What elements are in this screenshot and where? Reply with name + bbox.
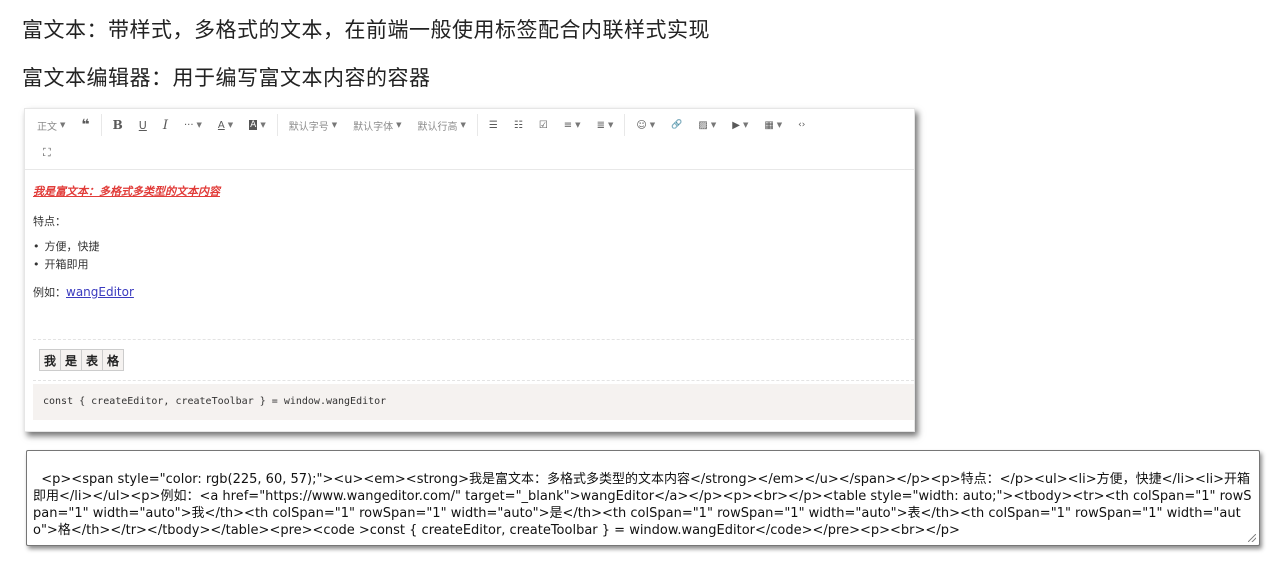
toolbar-divider	[276, 114, 278, 136]
bulleted-list-icon[interactable]: ☰	[481, 112, 506, 138]
wangeditor-link[interactable]: wangEditor	[66, 285, 134, 299]
html-output-text: <p><span style="color: rgb(225, 60, 57);…	[33, 472, 1252, 538]
justify-icon[interactable]: ≡ ▼	[556, 112, 589, 138]
quote-icon[interactable]: ❝	[73, 112, 97, 138]
todo-icon[interactable]: ☑	[531, 112, 556, 138]
font-family-select[interactable]: 默认字体 ▼	[345, 112, 409, 138]
fullscreen-icon[interactable]: ⛶	[25, 140, 59, 166]
table-container: 我 是 表 格	[33, 339, 914, 381]
font-size-select[interactable]: 默认字号 ▼	[281, 112, 345, 138]
more-styles-button[interactable]: ··· ▼	[176, 112, 210, 138]
video-icon[interactable]: ▶ ▼	[724, 112, 756, 138]
editor-toolbar: 正文 ▼ ❝ B U I ··· ▼ A ▼ A ▼ 默认字号 ▼ 默认字体 ▼ 默认行高 ▼…	[25, 109, 914, 170]
list-item: 开箱即用	[33, 256, 100, 274]
resize-handle-icon[interactable]	[1248, 534, 1256, 542]
features-label: 特点：	[33, 215, 66, 228]
features-list: 方便，快捷 开箱即用	[33, 238, 100, 274]
content-title: 我是富文本：多格式多类型的文本内容	[33, 185, 220, 198]
table-cell[interactable]: 表	[81, 349, 103, 371]
paragraph-select[interactable]: 正文 ▼	[25, 112, 73, 138]
toolbar-divider	[100, 114, 102, 136]
font-color-button[interactable]: A ▼	[210, 112, 241, 138]
italic-button[interactable]: I	[155, 112, 176, 138]
example-label: 例如：	[33, 286, 66, 299]
rich-text-heading: 富文本：带样式，多格式的文本，在前端一般使用标签配合内联样式实现	[22, 18, 710, 42]
link-icon[interactable]: 🔗	[663, 112, 690, 138]
line-height-select[interactable]: 默认行高 ▼	[409, 112, 473, 138]
code-block: const { createEditor, createToolbar } = …	[33, 384, 914, 420]
table-icon[interactable]: ▦ ▼	[756, 112, 790, 138]
table-cell[interactable]: 我	[39, 349, 61, 371]
indent-icon[interactable]: ≣ ▼	[589, 112, 622, 138]
list-item: 方便，快捷	[33, 238, 100, 256]
table-cell[interactable]: 格	[102, 349, 124, 371]
content-table: 我 是 表 格	[39, 349, 124, 371]
table-cell[interactable]: 是	[60, 349, 82, 371]
code-block-icon[interactable]: ‹›	[790, 112, 813, 138]
underline-button[interactable]: U	[131, 112, 155, 138]
bg-color-button[interactable]: A ▼	[241, 112, 274, 138]
editor-heading: 富文本编辑器：用于编写富文本内容的容器	[22, 66, 431, 90]
bold-button[interactable]: B	[105, 112, 131, 138]
toolbar-divider	[476, 114, 478, 136]
emotion-icon[interactable]: ☺ ▼	[628, 112, 663, 138]
rich-text-editor: 正文 ▼ ❝ B U I ··· ▼ A ▼ A ▼ 默认字号 ▼ 默认字体 ▼ 默认行高 ▼…	[24, 108, 915, 432]
html-output-textarea[interactable]: <p><span style="color: rgb(225, 60, 57);…	[26, 450, 1260, 546]
example-paragraph: 例如：wangEditor	[33, 284, 134, 300]
image-icon[interactable]: ▨ ▼	[690, 112, 724, 138]
toolbar-divider	[624, 114, 626, 136]
numbered-list-icon[interactable]: ☷	[506, 112, 531, 138]
editor-content[interactable]: 我是富文本：多格式多类型的文本内容 特点： 方便，快捷 开箱即用 例如：wang…	[25, 170, 914, 431]
